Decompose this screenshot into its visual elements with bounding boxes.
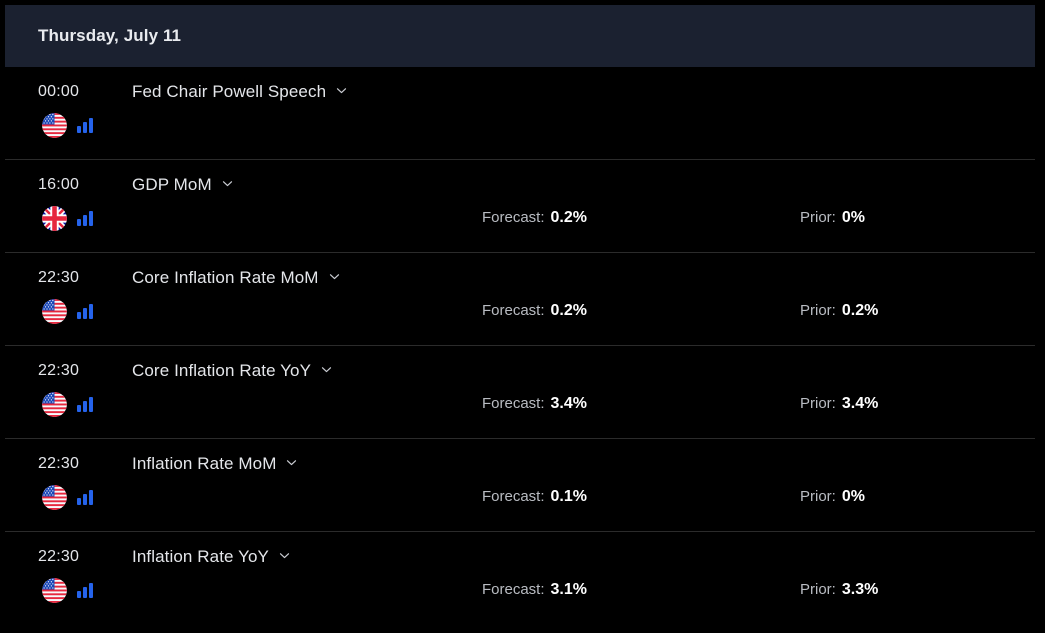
impact-bars-icon	[77, 396, 93, 412]
event-row-secondary-line: Forecast: 3.4% Prior: 3.4%	[38, 390, 1035, 418]
event-title: Core Inflation Rate MoM	[132, 268, 319, 288]
country-flag-icon	[42, 299, 67, 324]
event-title-group[interactable]: Fed Chair Powell Speech	[132, 82, 348, 102]
prior-stat: Prior: 3.4%	[800, 395, 878, 413]
date-header: Thursday, July 11	[5, 5, 1035, 67]
forecast-label: Forecast:	[482, 488, 545, 505]
forecast-value: 0.2%	[551, 209, 587, 227]
country-flag-icon	[42, 578, 67, 603]
chevron-down-icon[interactable]	[278, 549, 291, 562]
table-row[interactable]: 22:30 Inflation Rate MoM Forecast: 0.1%	[5, 439, 1035, 532]
prior-label: Prior:	[800, 395, 836, 412]
prior-stat: Prior: 3.3%	[800, 581, 878, 599]
forecast-stat: Forecast: 0.2%	[482, 302, 587, 320]
event-title-group[interactable]: Core Inflation Rate YoY	[132, 361, 333, 381]
chevron-down-icon[interactable]	[221, 177, 234, 190]
date-header-label: Thursday, July 11	[38, 26, 181, 46]
prior-value: 0.2%	[842, 302, 878, 320]
chevron-down-icon[interactable]	[328, 270, 341, 283]
event-time: 22:30	[38, 269, 132, 287]
table-row[interactable]: 22:30 Core Inflation Rate MoM Forecast:	[5, 253, 1035, 346]
event-title: Fed Chair Powell Speech	[132, 82, 326, 102]
chevron-down-icon[interactable]	[335, 84, 348, 97]
event-title: Inflation Rate MoM	[132, 454, 276, 474]
event-title-group[interactable]: Inflation Rate YoY	[132, 547, 291, 567]
chevron-down-icon[interactable]	[320, 363, 333, 376]
forecast-value: 0.2%	[551, 302, 587, 320]
prior-label: Prior:	[800, 302, 836, 319]
event-time: 22:30	[38, 548, 132, 566]
event-title-group[interactable]: Core Inflation Rate MoM	[132, 268, 341, 288]
event-meta	[38, 299, 132, 324]
impact-bars-icon	[77, 303, 93, 319]
event-row-secondary-line: Forecast: 0.1% Prior: 0%	[38, 483, 1035, 511]
prior-value: 3.3%	[842, 581, 878, 599]
event-meta	[38, 578, 132, 603]
country-flag-icon	[42, 206, 67, 231]
prior-stat: Prior: 0%	[800, 488, 865, 506]
prior-stat: Prior: 0.2%	[800, 302, 878, 320]
event-meta	[38, 206, 132, 231]
forecast-label: Forecast:	[482, 302, 545, 319]
table-row[interactable]: 00:00 Fed Chair Powell Speech	[5, 67, 1035, 160]
forecast-stat: Forecast: 3.4%	[482, 395, 587, 413]
forecast-value: 0.1%	[551, 488, 587, 506]
event-row-primary-line: 16:00 GDP MoM	[38, 172, 1035, 198]
event-meta	[38, 113, 132, 138]
event-row-primary-line: 22:30 Inflation Rate YoY	[38, 544, 1035, 570]
forecast-label: Forecast:	[482, 209, 545, 226]
country-flag-icon	[42, 392, 67, 417]
table-row[interactable]: 22:30 Core Inflation Rate YoY Forecast:	[5, 346, 1035, 439]
impact-bars-icon	[77, 117, 93, 133]
event-title-group[interactable]: Inflation Rate MoM	[132, 454, 298, 474]
event-row-secondary-line: Forecast: 0.2% Prior: 0%	[38, 204, 1035, 232]
forecast-label: Forecast:	[482, 395, 545, 412]
event-title: Core Inflation Rate YoY	[132, 361, 311, 381]
event-time: 22:30	[38, 455, 132, 473]
event-title-group[interactable]: GDP MoM	[132, 175, 234, 195]
prior-label: Prior:	[800, 581, 836, 598]
prior-label: Prior:	[800, 209, 836, 226]
prior-label: Prior:	[800, 488, 836, 505]
impact-bars-icon	[77, 582, 93, 598]
event-meta	[38, 485, 132, 510]
event-row-primary-line: 22:30 Core Inflation Rate YoY	[38, 358, 1035, 384]
forecast-stat: Forecast: 3.1%	[482, 581, 587, 599]
event-time: 00:00	[38, 83, 132, 101]
event-time: 22:30	[38, 362, 132, 380]
table-row[interactable]: 16:00 GDP MoM Forecast: 0.2%	[5, 160, 1035, 253]
prior-value: 0%	[842, 488, 865, 506]
country-flag-icon	[42, 485, 67, 510]
event-meta	[38, 392, 132, 417]
event-row-primary-line: 22:30 Inflation Rate MoM	[38, 451, 1035, 477]
event-row-secondary-line	[38, 111, 1035, 139]
event-title: GDP MoM	[132, 175, 212, 195]
event-title: Inflation Rate YoY	[132, 547, 269, 567]
prior-value: 3.4%	[842, 395, 878, 413]
event-list: 00:00 Fed Chair Powell Speech	[5, 67, 1035, 625]
event-row-primary-line: 22:30 Core Inflation Rate MoM	[38, 265, 1035, 291]
prior-stat: Prior: 0%	[800, 209, 865, 227]
forecast-label: Forecast:	[482, 581, 545, 598]
impact-bars-icon	[77, 210, 93, 226]
forecast-stat: Forecast: 0.1%	[482, 488, 587, 506]
economic-calendar: Thursday, July 11 00:00 Fed Chair Powell…	[0, 5, 1045, 633]
event-time: 16:00	[38, 176, 132, 194]
event-row-secondary-line: Forecast: 0.2% Prior: 0.2%	[38, 297, 1035, 325]
country-flag-icon	[42, 113, 67, 138]
forecast-value: 3.4%	[551, 395, 587, 413]
event-row-primary-line: 00:00 Fed Chair Powell Speech	[38, 79, 1035, 105]
forecast-value: 3.1%	[551, 581, 587, 599]
forecast-stat: Forecast: 0.2%	[482, 209, 587, 227]
event-row-secondary-line: Forecast: 3.1% Prior: 3.3%	[38, 576, 1035, 604]
prior-value: 0%	[842, 209, 865, 227]
chevron-down-icon[interactable]	[285, 456, 298, 469]
impact-bars-icon	[77, 489, 93, 505]
table-row[interactable]: 22:30 Inflation Rate YoY Forecast: 3.1%	[5, 532, 1035, 625]
